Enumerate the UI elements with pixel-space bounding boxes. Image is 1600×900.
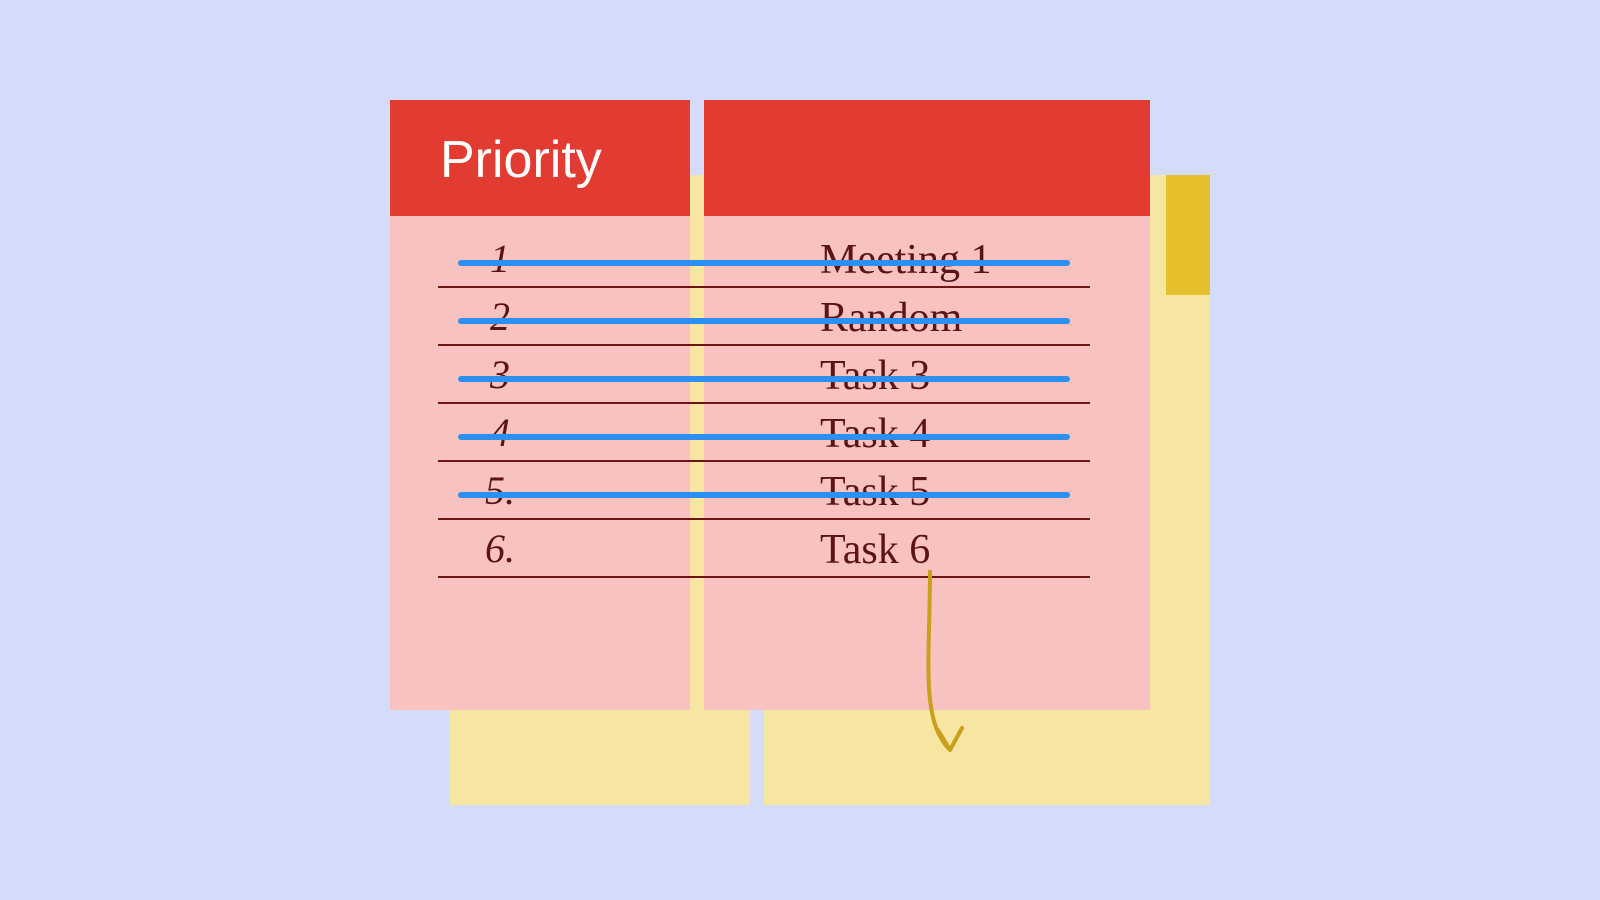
list-item: 1 Meeting 1 bbox=[390, 230, 1150, 288]
list-item: 2 Random bbox=[390, 288, 1150, 346]
card-header-blank bbox=[704, 100, 1150, 216]
row-number: 4 bbox=[390, 409, 610, 456]
list-item: 5. Task 5 bbox=[390, 462, 1150, 520]
list-item: 4 Task 4 bbox=[390, 404, 1150, 462]
list-item: 3 Task 3 bbox=[390, 346, 1150, 404]
row-number: 1 bbox=[390, 235, 610, 282]
row-number: 6. bbox=[390, 525, 610, 572]
diagram-stage: Priority 1 Meeting 1 2 Random 3 Task 3 4… bbox=[390, 100, 1210, 800]
row-number: 2 bbox=[390, 293, 610, 340]
task-list: 1 Meeting 1 2 Random 3 Task 3 4 Task 4 5… bbox=[390, 230, 1150, 578]
carryover-arrow-icon bbox=[890, 570, 1010, 800]
list-item: 6. Task 6 bbox=[390, 520, 1150, 578]
row-label: Task 6 bbox=[820, 526, 930, 574]
strike-line bbox=[458, 434, 1070, 440]
row-number: 3 bbox=[390, 351, 610, 398]
strike-line bbox=[458, 318, 1070, 324]
strike-line bbox=[458, 376, 1070, 382]
back-card-tab bbox=[1166, 175, 1210, 295]
row-number: 5. bbox=[390, 467, 610, 514]
strike-line bbox=[458, 260, 1070, 266]
strike-line bbox=[458, 492, 1070, 498]
card-title: Priority bbox=[390, 100, 690, 216]
